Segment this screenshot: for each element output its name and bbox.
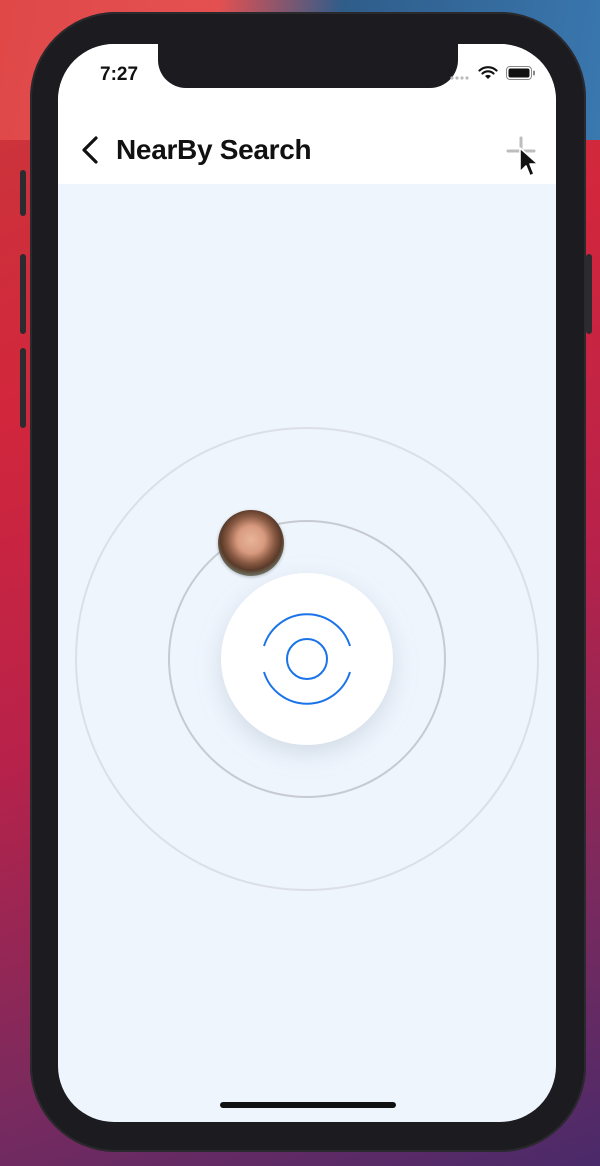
radar-view xyxy=(58,186,556,1122)
navigation-bar: NearBy Search xyxy=(58,124,556,186)
status-time: 7:27 xyxy=(100,64,139,85)
side-button xyxy=(20,170,26,216)
scan-button[interactable] xyxy=(221,573,393,745)
signal-icon xyxy=(450,67,470,85)
radar-rings xyxy=(75,427,539,891)
notch xyxy=(158,44,458,88)
user-avatar[interactable] xyxy=(218,510,284,576)
back-button[interactable] xyxy=(76,130,106,170)
volume-down-button xyxy=(20,348,26,428)
mouse-cursor-icon xyxy=(519,147,539,177)
chevron-left-icon xyxy=(82,136,98,164)
wifi-icon xyxy=(478,66,498,85)
page-title: NearBy Search xyxy=(116,134,312,165)
app-screen: 7:27 NearBy Search xyxy=(58,44,556,1122)
home-indicator xyxy=(220,1102,396,1108)
battery-icon xyxy=(506,66,536,85)
header-area: 7:27 NearBy Search xyxy=(58,44,556,184)
power-button xyxy=(586,254,592,334)
status-icons xyxy=(450,66,536,85)
volume-up-button xyxy=(20,254,26,334)
